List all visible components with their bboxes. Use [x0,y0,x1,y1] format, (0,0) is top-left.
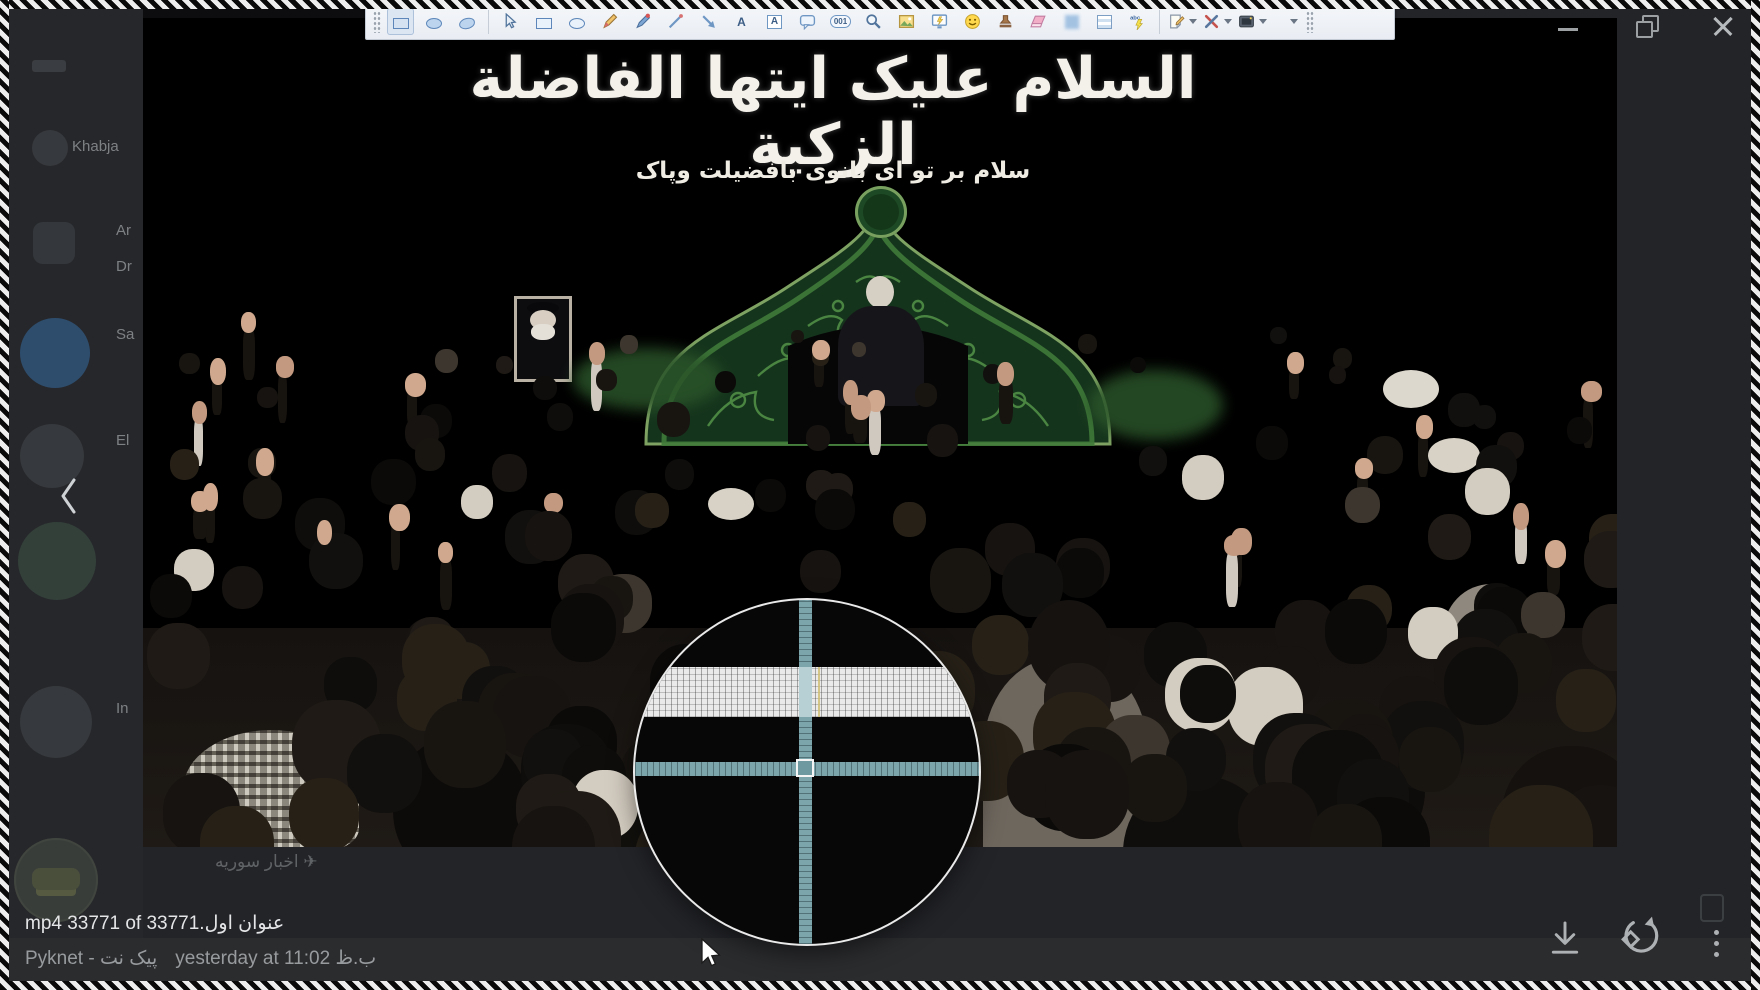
media-caption-title: mp4 33771 of 33771.عنوان اول [25,912,284,935]
forward-icon[interactable] [1700,894,1724,922]
background-chat-name: Khabja [72,138,119,155]
toolbar-counter[interactable]: 001 [827,8,854,35]
color-picker-loupe [635,600,979,944]
background-avatar [33,222,75,264]
message-date: yesterday at 11:02 ب.ظ [175,948,376,969]
chevron-down-icon [1290,19,1298,24]
toolbar-screen-capture[interactable] [926,8,953,35]
toolbar-mosaic[interactable] [1091,8,1118,35]
background-chat-name: Dr [116,258,132,275]
toolbar-marker[interactable] [629,8,656,35]
previous-media-button[interactable] [58,476,80,516]
toolbar-text-box[interactable]: A [761,8,788,35]
toolbar-notes-menu[interactable] [1168,8,1197,35]
toolbar-pointer[interactable] [497,8,524,35]
drag-handle[interactable] [373,11,381,33]
capture-border [0,981,1760,990]
rotate-icon[interactable] [1616,914,1664,962]
background-chat-name: El [116,432,129,449]
toolbar-shape-rectangle[interactable] [530,8,557,35]
toolbar-separator [488,10,489,34]
download-icon[interactable] [1548,920,1582,958]
toolbar-text[interactable]: A [728,8,755,35]
chevron-down-icon [1189,19,1197,24]
toolbar-line[interactable] [662,8,689,35]
capture-border [0,0,9,990]
toolbar-spell-check[interactable]: abc [1124,8,1151,35]
background-avatar [20,318,90,388]
toolbar-shape-ellipse[interactable] [563,8,590,35]
toolbar-settings-menu[interactable] [1273,8,1300,35]
channel-name[interactable]: Pyknet - پیک نت [25,948,157,969]
mouse-cursor [700,938,722,968]
loupe-cursor-line [818,667,820,717]
capture-border [0,0,1760,9]
minimize-button[interactable] [1558,28,1578,31]
chevron-down-icon [1259,19,1267,24]
background-avatar [20,686,92,758]
capture-border [1751,0,1760,990]
toolbar-select-rectangle[interactable] [387,8,414,35]
toolbar-emoji[interactable] [959,8,986,35]
toolbar-select-ellipse[interactable] [420,8,447,35]
media-caption-subtitle: Pyknet - پیک نت yesterday at 11:02 ب.ظ [25,947,376,970]
toolbar-separator [1159,10,1160,34]
toolbar-stamp[interactable] [992,8,1019,35]
loupe-crosshair-intersection [799,667,812,717]
loupe-sampled-pixel [796,759,814,777]
drag-handle-end[interactable] [1306,11,1314,33]
background-chat-title: اخبار سوریه ✈ [215,852,318,872]
toolbar-arrow[interactable] [695,8,722,35]
screen: KhabjaArDrSaElIn اخبار سوریه ✈ السلام عل… [0,0,1760,990]
background-chat-name: In [116,700,129,717]
close-button[interactable] [1712,15,1734,37]
toolbar-magnifier[interactable] [860,8,887,35]
background-chat-name: Sa [116,326,134,343]
toolbar-blur[interactable] [1058,8,1085,35]
toolbar-speech-bubble[interactable] [794,8,821,35]
background-avatar [32,130,68,166]
background-chat-avatar [14,838,98,922]
chevron-down-icon [1224,19,1232,24]
toolbar-select-freehand[interactable] [453,8,480,35]
more-options-icon[interactable] [1714,924,1719,963]
toolbar-tools-menu[interactable] [1203,8,1232,35]
toolbar-pencil[interactable] [596,8,623,35]
restore-button[interactable] [1636,15,1658,37]
toolbar-eraser[interactable] [1025,8,1052,35]
background-chat-name: Ar [116,222,131,239]
toolbar-capture-menu[interactable] [1238,8,1267,35]
toolbar-image-insert[interactable] [893,8,920,35]
